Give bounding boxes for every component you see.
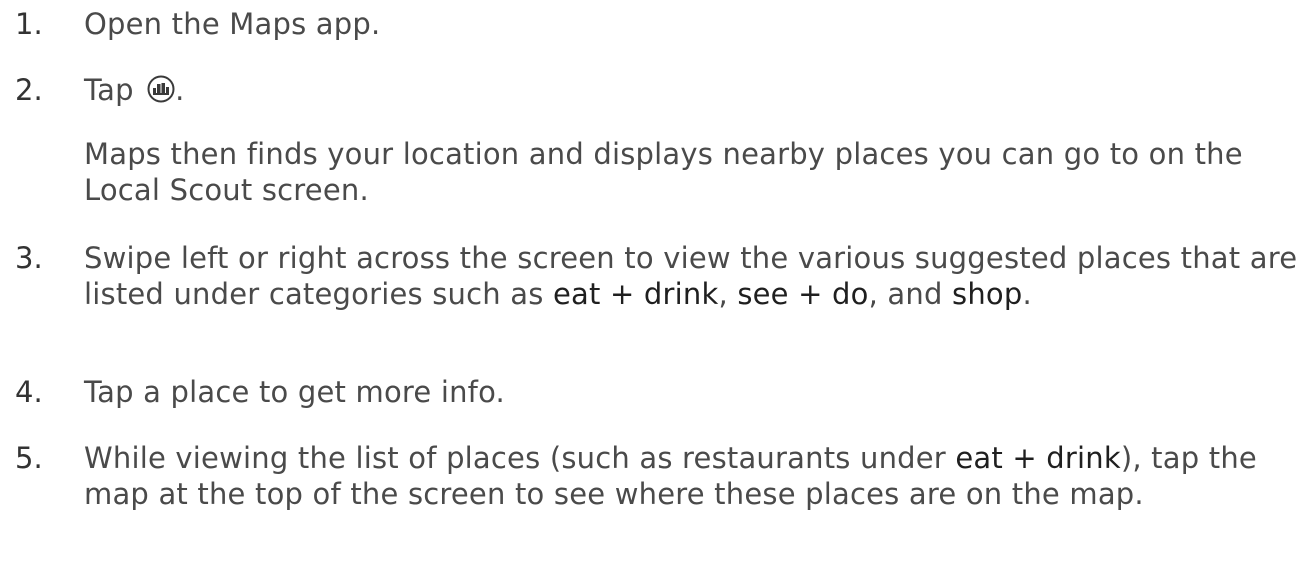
category-shop: shop [952, 277, 1023, 311]
category-see-do: see + do [737, 277, 869, 311]
step-text: Tap . [84, 72, 1299, 108]
category-eat-drink: eat + drink [955, 441, 1121, 475]
step-number: 5. [15, 441, 43, 475]
step-number: 4. [15, 375, 43, 409]
step-text-part: While viewing the list of places (such a… [84, 441, 956, 475]
step-text-part: , [718, 277, 738, 311]
step-text: Swipe left or right across the screen to… [84, 240, 1299, 312]
step-number: 2. [15, 73, 43, 107]
category-eat-drink: eat + drink [552, 277, 719, 311]
step-text: While viewing the list of places (such a… [84, 440, 1299, 512]
step-text-before-icon: Tap [84, 73, 134, 107]
local-scout-icon [147, 75, 175, 103]
step-text-part: , and [868, 277, 953, 311]
step-text-after-icon: . [175, 73, 185, 107]
step-description: Maps then finds your location and displa… [84, 137, 1243, 207]
step-number: 3. [15, 241, 43, 275]
step-text: Tap a place to get more info. [84, 375, 505, 409]
step-text-part: . [1022, 277, 1032, 311]
step-number: 1. [15, 7, 43, 41]
step-text: Open the Maps app. [84, 7, 381, 41]
